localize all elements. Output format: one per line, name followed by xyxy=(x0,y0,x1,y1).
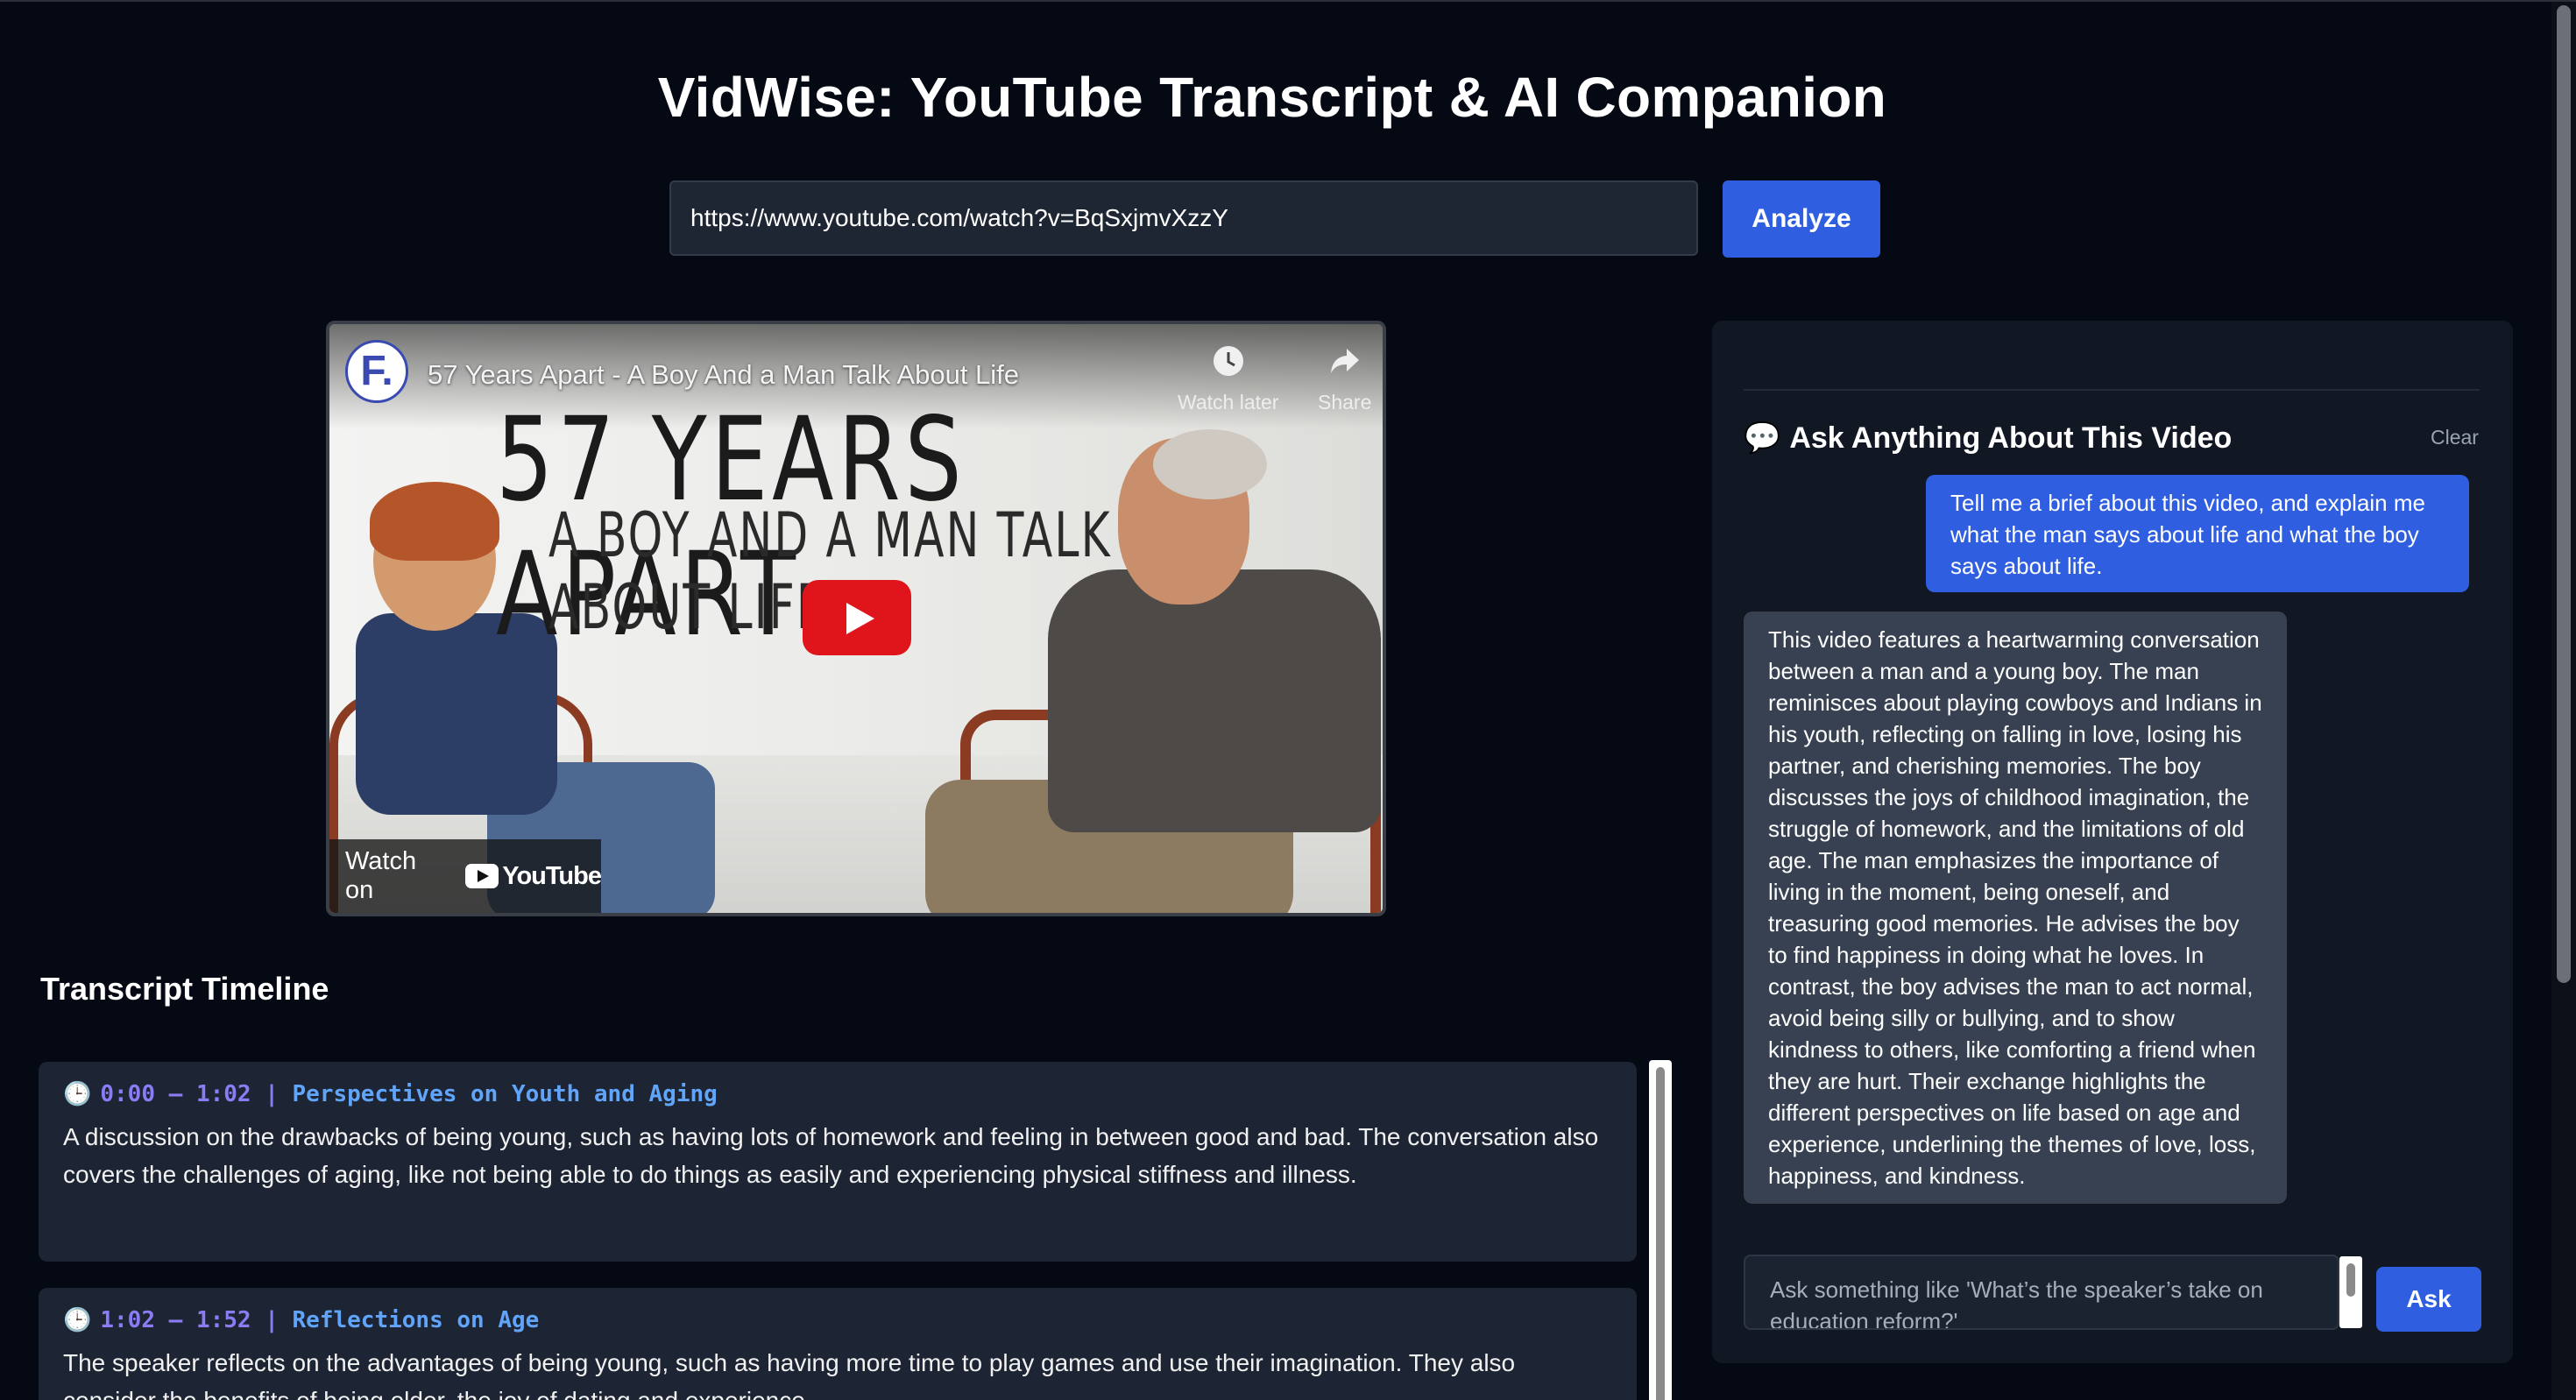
transcript-heading: Transcript Timeline xyxy=(40,971,329,1007)
analyze-button[interactable]: Analyze xyxy=(1723,180,1880,258)
ask-question-input[interactable] xyxy=(1744,1255,2339,1330)
segment-topic: Reflections on Age xyxy=(292,1307,540,1333)
chat-divider xyxy=(1744,389,2480,391)
page-scrollbar-thumb[interactable] xyxy=(2557,5,2571,983)
youtube-wordmark: YouTube xyxy=(502,861,602,890)
chat-title-text: Ask Anything About This Video xyxy=(1789,421,2233,455)
segment-separator: | xyxy=(251,1307,293,1333)
segment-header: 🕒 1:02 – 1:52 | Reflections on Age xyxy=(63,1307,1612,1333)
clock-icon: 🕒 xyxy=(63,1307,92,1333)
youtube-play-icon xyxy=(465,864,499,888)
clock-icon xyxy=(1178,343,1278,384)
ask-input-scrollbar[interactable] xyxy=(2339,1256,2362,1328)
transcript-scrollbar-thumb[interactable] xyxy=(1656,1067,1665,1400)
transcript-segment[interactable]: 🕒 0:00 – 1:02 | Perspectives on Youth and… xyxy=(39,1062,1637,1262)
transcript-segment[interactable]: 🕒 1:02 – 1:52 | Reflections on Age The sp… xyxy=(39,1288,1637,1400)
speech-bubble-icon: 💬 xyxy=(1744,421,1781,455)
segment-text: The speaker reflects on the advantages o… xyxy=(63,1349,1516,1400)
ask-button[interactable]: Ask xyxy=(2376,1267,2481,1332)
chat-title: 💬 Ask Anything About This Video xyxy=(1744,421,2232,456)
share-arrow-icon xyxy=(1318,343,1371,384)
youtube-logo: YouTube xyxy=(465,861,602,891)
clock-icon: 🕒 xyxy=(63,1081,92,1107)
youtube-url-input[interactable] xyxy=(669,180,1698,256)
share-label: Share xyxy=(1318,391,1372,414)
ai-message: This video features a heartwarming conve… xyxy=(1744,612,2287,1204)
app-page: VidWise: YouTube Transcript & AI Compani… xyxy=(0,0,2576,1400)
user-message: Tell me a brief about this video, and ex… xyxy=(1926,475,2469,592)
segment-topic: Perspectives on Youth and Aging xyxy=(292,1081,718,1107)
segment-time: 0:00 – 1:02 xyxy=(100,1081,251,1107)
channel-avatar[interactable]: F. xyxy=(345,340,408,403)
watch-on-label: Watch on xyxy=(345,847,417,904)
segment-text: A discussion on the drawbacks of being y… xyxy=(63,1123,1599,1188)
video-title-link[interactable]: 57 Years Apart - A Boy And a Man Talk Ab… xyxy=(428,359,1019,391)
segment-header: 🕒 0:00 – 1:02 | Perspectives on Youth and… xyxy=(63,1081,1612,1107)
page-title: VidWise: YouTube Transcript & AI Compani… xyxy=(657,66,1887,129)
share-button[interactable]: Share xyxy=(1318,343,1371,414)
watch-later-label: Watch later xyxy=(1178,391,1279,414)
segment-separator: | xyxy=(251,1081,293,1107)
watch-on-youtube-link[interactable]: Watch on YouTube xyxy=(329,839,602,913)
watch-later-button[interactable]: Watch later xyxy=(1178,343,1278,414)
segment-time: 1:02 – 1:52 xyxy=(100,1307,251,1333)
play-button[interactable] xyxy=(803,580,911,655)
thumbnail-boy-hair xyxy=(370,482,499,561)
youtube-video-player[interactable]: 57 YEARS APART A BOY AND A MAN TALK ABOU… xyxy=(326,321,1386,916)
clear-chat-button[interactable]: Clear xyxy=(2431,426,2479,449)
